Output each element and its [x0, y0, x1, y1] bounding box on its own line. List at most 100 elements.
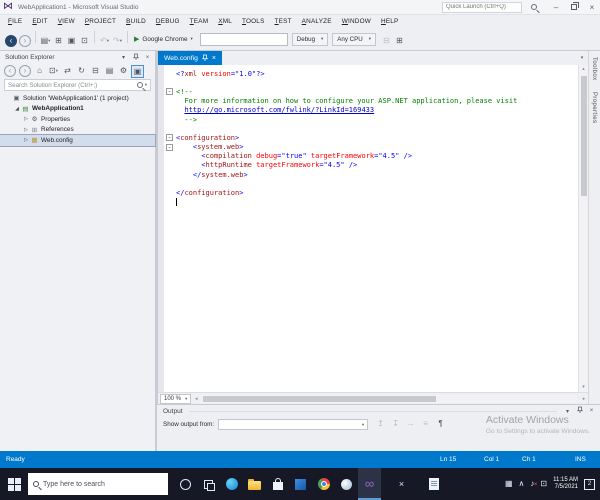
taskbar-clock[interactable]: 11:15 AM 7/5/2021	[553, 477, 578, 491]
scroll-down-icon[interactable]: ▾	[579, 383, 588, 392]
prev-message-icon[interactable]: ↥	[374, 418, 387, 431]
menu-test[interactable]: TEST	[270, 18, 297, 25]
app-editor-icon[interactable]	[422, 468, 445, 500]
scroll-up-icon[interactable]: ▴	[579, 65, 588, 74]
word-wrap-icon[interactable]: ¶	[434, 418, 447, 431]
save-all-icon[interactable]: ⊡	[78, 35, 91, 48]
tree-item-properties[interactable]: ▷ ⚙ Properties	[0, 114, 155, 125]
file-explorer-icon[interactable]	[243, 468, 266, 500]
scope-icon[interactable]: ⊡▾	[47, 65, 60, 78]
home-icon[interactable]: ⌂	[33, 65, 46, 78]
tab-pin-icon[interactable]	[201, 54, 208, 62]
menu-team[interactable]: TEAM	[185, 18, 214, 25]
attach-icon[interactable]: ⊟	[380, 35, 393, 48]
preview-selected-icon[interactable]: ▣	[131, 64, 144, 78]
editor-dropdown-icon[interactable]: ▾	[576, 51, 588, 65]
output-source-dropdown[interactable]: ▾	[218, 419, 369, 430]
volume-muted-icon[interactable]: ♪	[530, 479, 537, 490]
se-back-icon[interactable]: ‹	[4, 65, 16, 77]
undo-icon[interactable]: ↶▾	[98, 35, 111, 48]
vertical-scrollbar[interactable]: ▴ ▾	[578, 65, 588, 392]
zoom-dropdown[interactable]: 100 % ▾	[160, 393, 192, 404]
quick-launch-search-icon[interactable]	[526, 1, 542, 14]
nav-forward-icon[interactable]: ›	[19, 35, 31, 47]
task-view-icon[interactable]	[197, 468, 220, 500]
solution-search-input[interactable]	[8, 81, 137, 89]
vertical-scroll-thumb[interactable]	[581, 76, 587, 196]
fold-toggle-icon[interactable]: -	[166, 88, 176, 96]
menu-help[interactable]: HELP	[376, 18, 404, 25]
cortana-icon[interactable]	[174, 468, 197, 500]
properties-gear-icon[interactable]: ⚙	[117, 65, 130, 78]
code-editor[interactable]: <? xml version = "1.0" ?> - <!-- For more info…	[158, 65, 579, 392]
taskbar-search-box[interactable]: Type here to search	[28, 473, 168, 495]
solution-search-box[interactable]: ▾	[4, 79, 151, 91]
redo-icon[interactable]: ↷▾	[111, 35, 124, 48]
window-position-icon[interactable]: ▾	[119, 54, 128, 61]
sync-icon[interactable]: ⇄	[61, 65, 74, 78]
menu-edit[interactable]: EDIT	[27, 18, 52, 25]
horizontal-scroll-thumb[interactable]	[203, 395, 437, 402]
tree-item-references[interactable]: ▷ ⊞ References	[0, 125, 155, 136]
se-forward-icon[interactable]: ›	[19, 65, 31, 77]
visual-studio-icon[interactable]: ∞	[358, 468, 381, 500]
menu-xml[interactable]: XML	[213, 18, 237, 25]
run-dropdown-icon[interactable]: ▾	[191, 36, 193, 42]
tab-web-config[interactable]: Web.config ×	[158, 51, 222, 65]
store-icon[interactable]	[266, 468, 289, 500]
app-utility-icon[interactable]: ×	[390, 468, 413, 500]
clear-all-icon[interactable]: ≡	[419, 418, 432, 431]
tray-app-icon[interactable]: ▦	[505, 479, 513, 489]
restore-button[interactable]	[566, 1, 582, 14]
horizontal-scrollbar[interactable]	[201, 394, 577, 403]
save-icon[interactable]: ▣	[65, 35, 78, 48]
next-message-icon[interactable]: ↧	[389, 418, 402, 431]
minimize-button[interactable]: –	[548, 1, 564, 14]
start-debug-button[interactable]: ▶ Google Chrome ▾	[134, 35, 193, 44]
add-item-icon[interactable]: ⊞	[52, 35, 65, 48]
tool-tab-properties[interactable]: Properties	[589, 86, 599, 129]
solution-configuration-dropdown[interactable]: Debug ▾	[291, 32, 329, 46]
scroll-left-icon[interactable]: ◂	[191, 396, 201, 402]
fold-toggle-icon[interactable]: -	[166, 143, 176, 151]
collapsed-arrow-icon[interactable]: ▷	[22, 116, 30, 122]
photos-icon[interactable]	[335, 468, 358, 500]
menu-analyze[interactable]: ANALYZE	[297, 18, 337, 25]
tree-item-solution-webapplication1-1-project-[interactable]: ▣ Solution 'WebApplication1' (1 project)	[0, 93, 155, 104]
tab-close-icon[interactable]: ×	[212, 55, 216, 62]
collapsed-arrow-icon[interactable]: ▷	[22, 137, 30, 143]
tree-item-webapplication1[interactable]: ◢ ▤ WebApplication1	[0, 104, 155, 115]
fold-toggle-icon[interactable]: -	[166, 134, 176, 142]
menu-project[interactable]: PROJECT	[80, 18, 121, 25]
action-center-icon[interactable]: 2	[584, 478, 595, 490]
collapsed-arrow-icon[interactable]: ▷	[22, 127, 30, 133]
tool-tab-toolbox[interactable]: Toolbox	[589, 51, 599, 86]
mail-icon[interactable]	[289, 468, 312, 500]
chevron-up-icon[interactable]: ∧	[519, 479, 525, 489]
quick-launch-input[interactable]	[442, 1, 522, 13]
pin-icon[interactable]	[131, 53, 140, 63]
chrome-icon[interactable]	[312, 468, 335, 500]
toolbar-combobox[interactable]	[199, 32, 288, 46]
show-all-files-icon[interactable]: ▤	[103, 65, 116, 78]
close-panel-icon[interactable]: ×	[143, 55, 152, 61]
solution-platform-dropdown[interactable]: Any CPU ▾	[332, 32, 376, 46]
new-file-icon[interactable]: ▤▾	[39, 35, 52, 48]
menu-debug[interactable]: DEBUG	[151, 18, 185, 25]
find-in-files-icon[interactable]: ⊞	[393, 35, 406, 48]
collapse-all-icon[interactable]: ⊟	[89, 65, 102, 78]
menu-tools[interactable]: TOOLS	[237, 18, 270, 25]
menu-view[interactable]: VIEW	[53, 18, 80, 25]
menu-window[interactable]: WINDOW	[337, 18, 376, 25]
menu-build[interactable]: BUILD	[121, 18, 151, 25]
menu-file[interactable]: FILE	[3, 18, 27, 25]
start-button[interactable]	[0, 468, 28, 500]
nav-back-icon[interactable]: ‹	[5, 35, 17, 47]
edge-icon[interactable]	[220, 468, 243, 500]
close-button[interactable]: ×	[584, 1, 600, 14]
expanded-arrow-icon[interactable]: ◢	[13, 106, 21, 112]
go-to-message-icon[interactable]: →	[404, 418, 417, 431]
refresh-icon[interactable]: ↻	[75, 65, 88, 78]
tree-item-web-config[interactable]: ▷ ▦ Web.config	[0, 134, 156, 147]
network-icon[interactable]: ⊡	[540, 479, 547, 489]
